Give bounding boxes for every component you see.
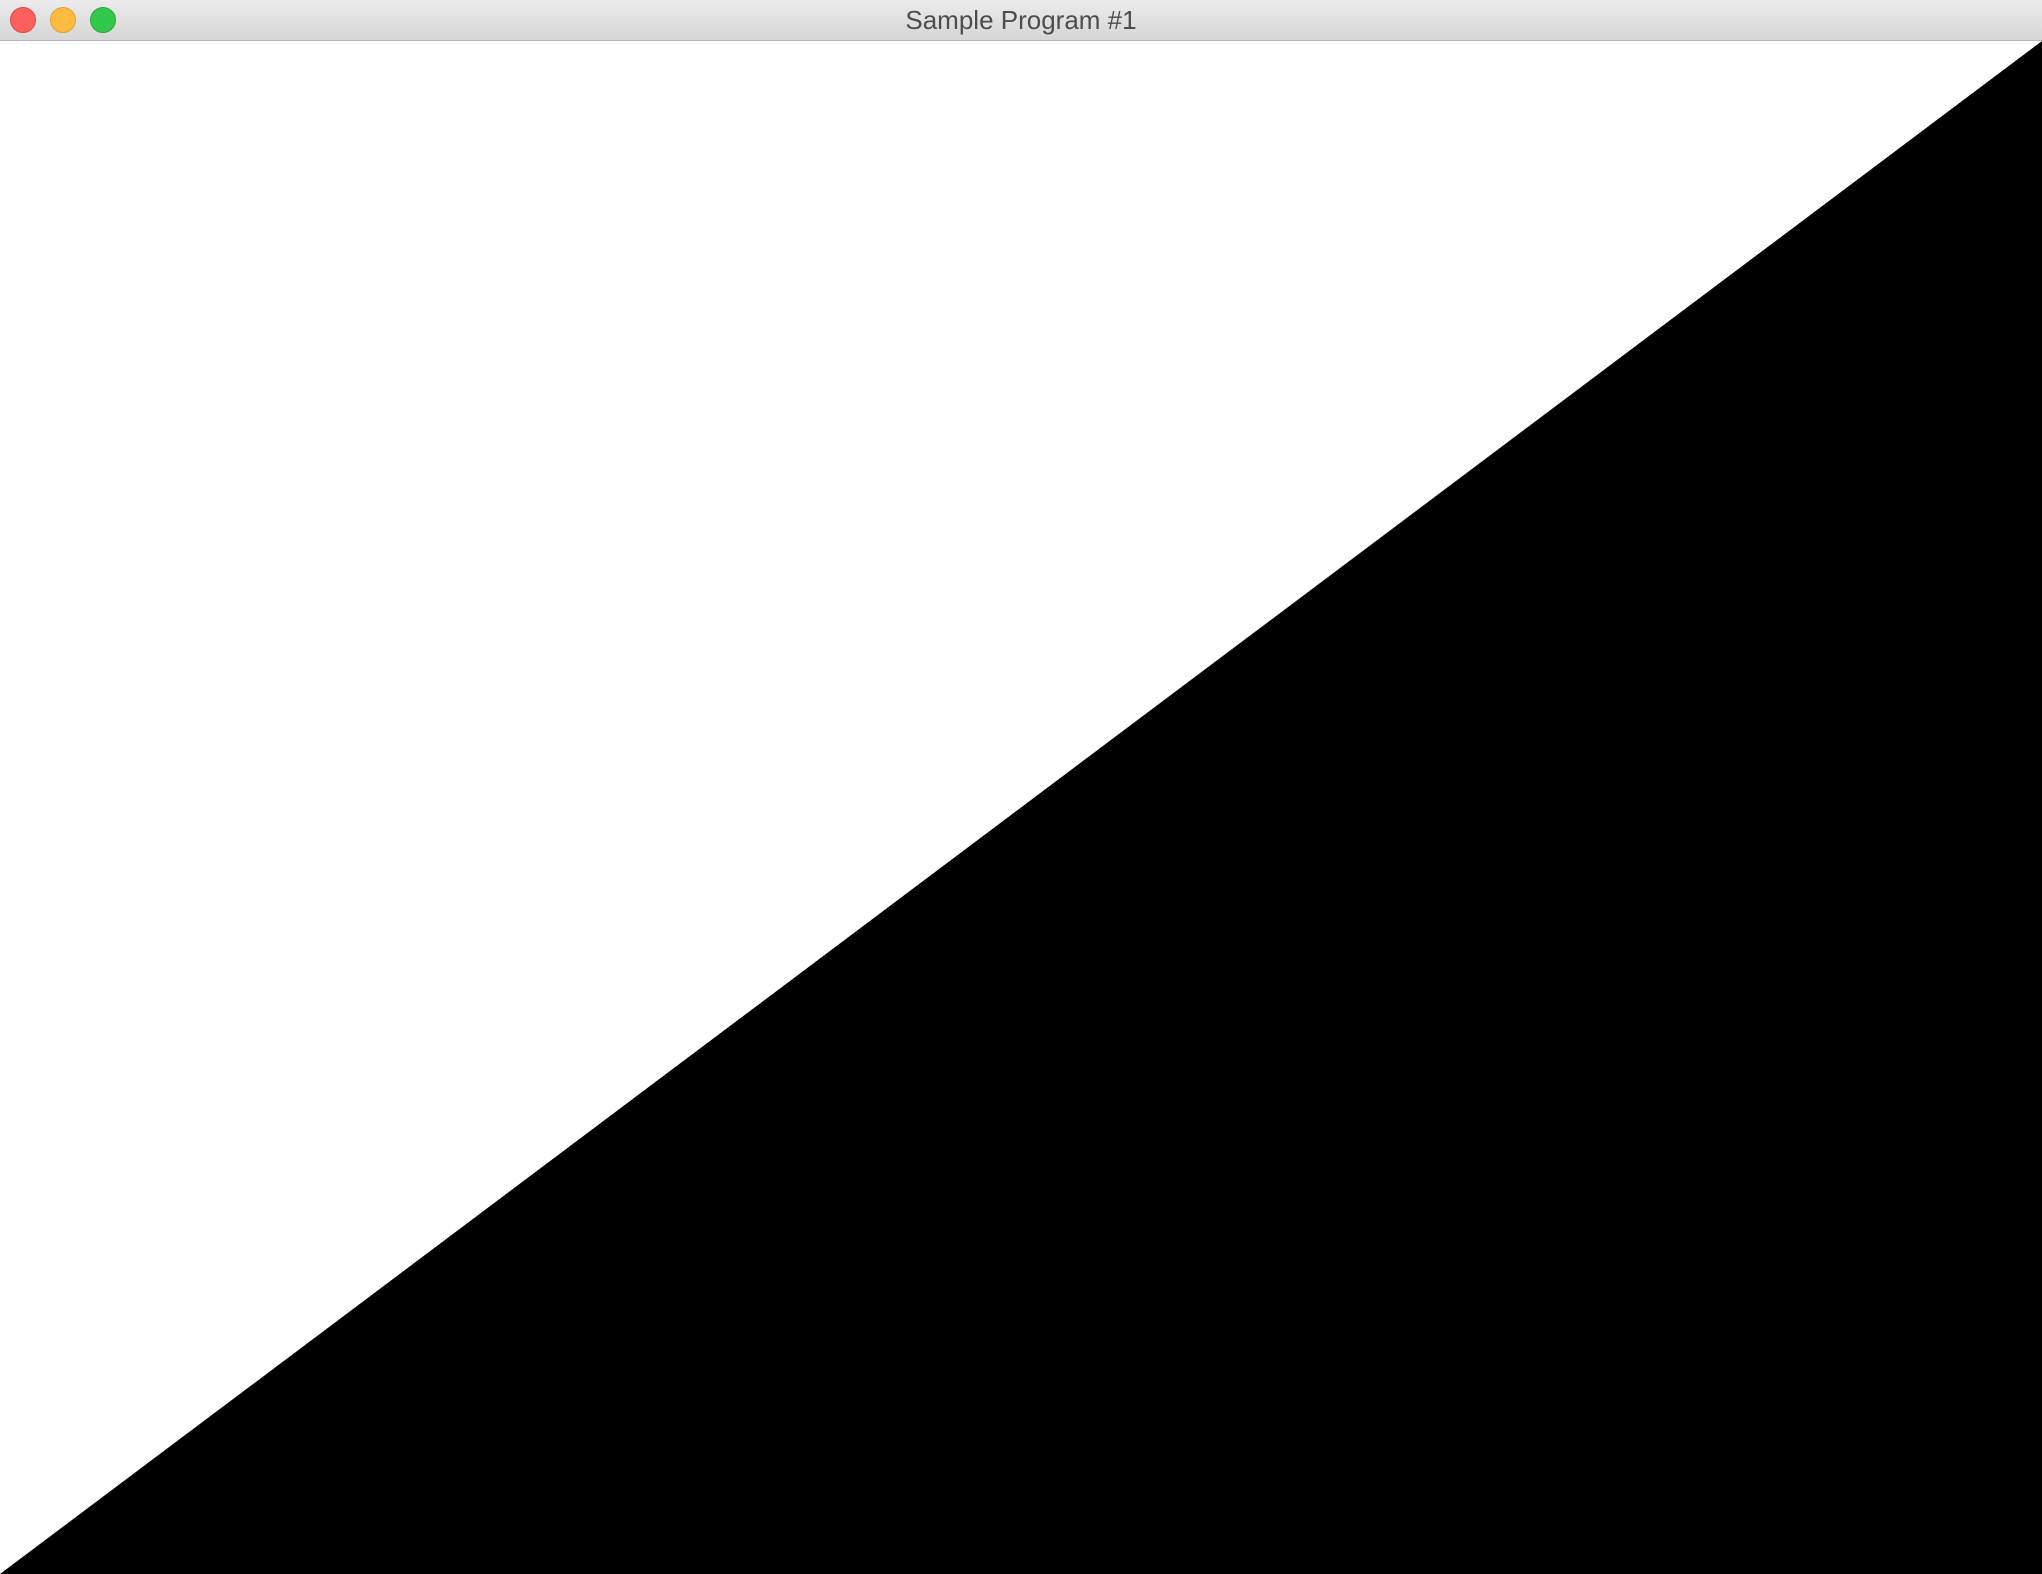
window-title: Sample Program #1 [905,5,1137,35]
drawing-canvas [0,41,2042,1574]
canvas-drawing [0,41,2042,1574]
app-window: Sample Program #1 [0,0,2042,1574]
title-bar[interactable]: Sample Program #1 [0,0,2042,41]
